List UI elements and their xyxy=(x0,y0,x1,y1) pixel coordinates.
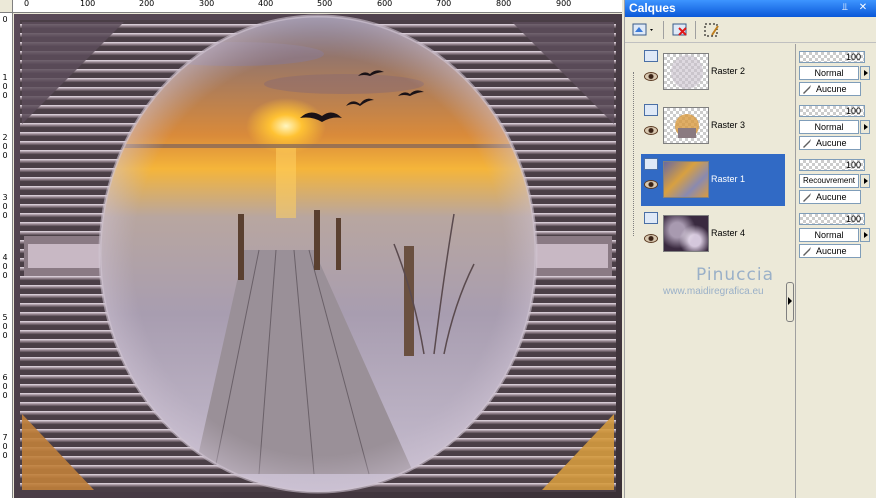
opacity-slider[interactable]: 100 xyxy=(799,105,865,117)
ruler-top-label: 300 xyxy=(199,0,215,8)
layer-row-raster-2[interactable]: Raster 2 xyxy=(641,46,785,98)
layer-row-raster-4[interactable]: Raster 4 xyxy=(641,208,785,260)
opacity-slider[interactable]: 100 xyxy=(799,51,865,63)
raster-layer-icon xyxy=(644,212,658,224)
brush-icon xyxy=(803,193,811,202)
ruler-top-label: 700 xyxy=(436,0,452,8)
delete-layer-icon xyxy=(672,23,687,36)
opacity-slider[interactable]: 100 xyxy=(799,159,865,171)
edit-selection-button[interactable] xyxy=(701,20,723,40)
watermark-name: Pinuccia xyxy=(696,265,774,285)
ruler-left-label: 300 xyxy=(2,193,8,220)
new-layer-button[interactable] xyxy=(629,20,659,40)
layer-name: Raster 4 xyxy=(711,228,746,238)
layer-props-raster-1: 100 Recouvrement Aucune xyxy=(797,154,876,206)
blend-mode-select[interactable]: Normal xyxy=(799,228,859,242)
ruler-top-label: 500 xyxy=(317,0,333,8)
toolbar-separator xyxy=(663,21,664,39)
layer-row-raster-3[interactable]: Raster 3 xyxy=(641,100,785,152)
ruler-left-label: 400 xyxy=(2,253,8,280)
raster-layer-icon xyxy=(644,158,658,170)
mask-label: Aucune xyxy=(816,84,847,94)
ruler-top-label: 200 xyxy=(139,0,155,8)
ruler-corner xyxy=(0,0,13,13)
ruler-left-label: 600 xyxy=(2,373,8,400)
brush-icon xyxy=(803,85,811,94)
layer-style-field[interactable]: Aucune xyxy=(799,82,861,96)
watermark-url: www.maidiregrafica.eu xyxy=(663,286,764,297)
raster-layer-icon xyxy=(644,104,658,116)
brush-icon xyxy=(803,139,811,148)
layer-style-field[interactable]: Aucune xyxy=(799,136,861,150)
eye-icon[interactable] xyxy=(644,180,658,189)
ruler-left: 0 100 200 300 400 500 600 700 xyxy=(0,13,13,498)
layer-name: Raster 3 xyxy=(711,120,746,130)
ruler-top-label: 0 xyxy=(24,0,30,8)
mask-label: Aucune xyxy=(816,246,847,256)
pin-icon[interactable]: ⫫ xyxy=(839,2,851,14)
layer-name: Raster 1 xyxy=(711,174,746,184)
blend-mode-arrow-icon[interactable] xyxy=(860,66,870,80)
blend-mode-select[interactable]: Recouvrement xyxy=(799,174,859,188)
layer-props-raster-3: 100 Normal Aucune xyxy=(797,100,876,152)
eye-icon[interactable] xyxy=(644,126,658,135)
image-canvas[interactable] xyxy=(14,14,622,498)
layer-row-raster-1[interactable]: Raster 1 xyxy=(641,154,785,206)
blend-mode-select[interactable]: Normal xyxy=(799,120,859,134)
mask-label: Aucune xyxy=(816,192,847,202)
ruler-top-label: 600 xyxy=(377,0,393,8)
layer-props-raster-4: 100 Normal Aucune xyxy=(797,208,876,260)
ruler-left-label: 700 xyxy=(2,433,8,460)
blend-mode-arrow-icon[interactable] xyxy=(860,174,870,188)
artwork xyxy=(14,14,622,498)
toolbar-separator xyxy=(695,21,696,39)
ruler-top-label: 800 xyxy=(496,0,512,8)
layer-thumbnail xyxy=(663,161,709,198)
layer-properties: 100 Normal Aucune 100 Normal Aucune 100 … xyxy=(797,44,876,498)
ruler-left-label: 100 xyxy=(2,73,8,100)
brush-icon xyxy=(803,247,811,256)
layer-style-field[interactable]: Aucune xyxy=(799,190,861,204)
blend-mode-arrow-icon[interactable] xyxy=(860,120,870,134)
palette-title: Calques xyxy=(629,1,676,15)
palette-toolbar xyxy=(625,17,876,43)
layer-thumbnail xyxy=(663,53,709,90)
ruler-left-label: 200 xyxy=(2,133,8,160)
layer-props-raster-2: 100 Normal Aucune xyxy=(797,46,876,98)
ruler-top-label: 100 xyxy=(80,0,96,8)
palette-splitter[interactable] xyxy=(795,44,796,498)
ruler-left-label: 0 xyxy=(2,15,8,24)
ruler-top-label: 400 xyxy=(258,0,274,8)
layer-name: Raster 2 xyxy=(711,66,746,76)
edit-selection-icon xyxy=(704,23,719,37)
delete-layer-button[interactable] xyxy=(669,20,691,40)
layer-thumbnail xyxy=(663,215,709,252)
expand-arrow-icon xyxy=(788,297,792,305)
raster-layer-icon xyxy=(644,50,658,62)
tree-line xyxy=(633,72,634,236)
eye-icon[interactable] xyxy=(644,234,658,243)
blend-mode-arrow-icon[interactable] xyxy=(860,228,870,242)
ruler-top-label: 900 xyxy=(556,0,572,8)
layer-thumbnail xyxy=(663,107,709,144)
layer-style-field[interactable]: Aucune xyxy=(799,244,861,258)
psp-window: 0 100 200 300 400 500 600 700 800 900 0 … xyxy=(0,0,876,498)
new-layer-icon xyxy=(632,23,653,36)
close-icon[interactable]: ✕ xyxy=(857,2,869,14)
blend-mode-select[interactable]: Normal xyxy=(799,66,859,80)
eye-icon[interactable] xyxy=(644,72,658,81)
ruler-top: 0 100 200 300 400 500 600 700 800 900 xyxy=(0,0,622,13)
ruler-left-label: 500 xyxy=(2,313,8,340)
opacity-slider[interactable]: 100 xyxy=(799,213,865,225)
mask-label: Aucune xyxy=(816,138,847,148)
